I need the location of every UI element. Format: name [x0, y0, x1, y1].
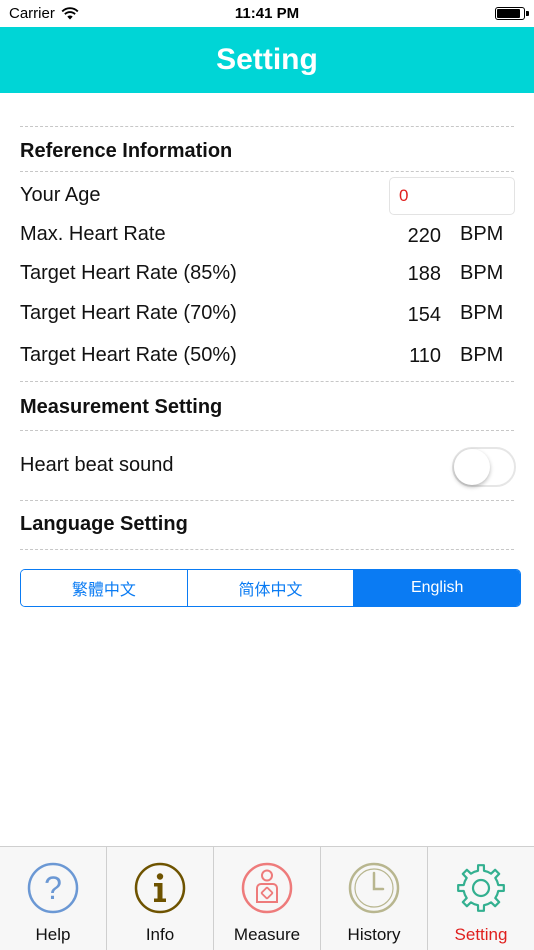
language-option-traditional-chinese[interactable]: 繁體中文: [21, 570, 188, 606]
target-85-value: 188: [407, 263, 441, 285]
toggle-knob: [454, 449, 490, 485]
language-option-english[interactable]: English: [354, 570, 520, 606]
max-heart-rate-label: Max. Heart Rate: [20, 223, 166, 245]
max-heart-rate-unit: BPM: [460, 223, 504, 245]
page-title: Setting: [216, 43, 318, 76]
divider: [20, 126, 514, 127]
language-selector: 繁體中文 简体中文 English: [20, 569, 521, 607]
target-50-label: Target Heart Rate (50%): [20, 344, 237, 366]
gear-icon: [457, 864, 505, 912]
target-70-label: Target Heart Rate (70%): [20, 302, 237, 324]
tab-measure[interactable]: Measure: [214, 847, 321, 950]
target-85-label: Target Heart Rate (85%): [20, 262, 237, 284]
tab-history[interactable]: History: [321, 847, 428, 950]
svg-text:?: ?: [44, 870, 62, 906]
tab-help-label: Help: [35, 925, 71, 944]
tab-measure-label: Measure: [233, 925, 301, 944]
heart-beat-sound-toggle[interactable]: [452, 447, 516, 487]
divider: [20, 171, 514, 172]
target-70-value: 154: [407, 304, 441, 326]
target-50-unit: BPM: [460, 344, 504, 366]
battery-icon: [495, 7, 529, 20]
measure-icon: [241, 862, 293, 914]
clock-icon: [348, 862, 400, 914]
target-70-unit: BPM: [460, 302, 504, 324]
divider: [20, 381, 514, 382]
reference-section-title: Reference Information: [20, 140, 233, 162]
heart-beat-sound-label: Heart beat sound: [20, 454, 174, 476]
tab-info[interactable]: Info: [107, 847, 214, 950]
measurement-section-title: Measurement Setting: [20, 396, 223, 418]
target-50-value: 110: [409, 345, 441, 367]
age-input[interactable]: 0: [389, 177, 515, 215]
question-icon: ?: [27, 862, 79, 914]
status-bar: Carrier 11:41 PM: [0, 0, 534, 27]
tab-setting[interactable]: Setting: [428, 847, 534, 950]
language-section-title: Language Setting: [20, 513, 188, 535]
target-85-unit: BPM: [460, 262, 504, 284]
tab-help[interactable]: ? Help: [0, 847, 107, 950]
tab-bar: ? Help Info Measure History Setting: [0, 846, 534, 950]
divider: [20, 430, 514, 431]
status-time: 11:41 PM: [234, 5, 300, 22]
tab-setting-label: Setting: [454, 925, 508, 944]
tab-history-label: History: [347, 925, 401, 944]
info-icon: [134, 862, 186, 914]
divider: [20, 500, 514, 501]
max-heart-rate-value: 220: [407, 225, 441, 247]
language-option-simplified-chinese[interactable]: 简体中文: [187, 570, 355, 606]
divider: [20, 549, 514, 550]
battery-level: [497, 9, 520, 18]
age-label: Your Age: [20, 184, 101, 206]
nav-bar: Setting: [0, 27, 534, 93]
tab-info-label: Info: [145, 925, 175, 944]
